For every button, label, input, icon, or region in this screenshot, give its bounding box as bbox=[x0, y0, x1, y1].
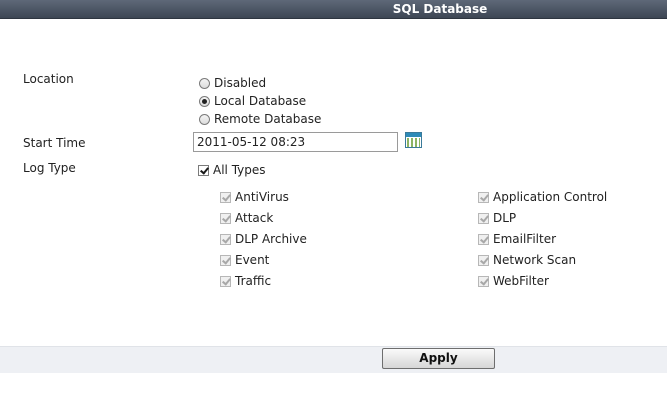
location-option-remote-database[interactable]: Remote Database bbox=[199, 112, 321, 126]
start-time-label: Start Time bbox=[23, 136, 86, 150]
network-scan-checkbox[interactable] bbox=[478, 254, 489, 266]
log-type-traffic[interactable]: Traffic bbox=[220, 274, 271, 288]
log-type-attack[interactable]: Attack bbox=[220, 211, 273, 225]
log-type-label: Log Type bbox=[23, 161, 76, 175]
location-label: Location bbox=[23, 72, 74, 86]
log-type-application-control[interactable]: Application Control bbox=[478, 190, 607, 204]
start-time-input[interactable]: 2011-05-12 08:23 bbox=[193, 132, 398, 152]
radio-local-database[interactable] bbox=[199, 95, 210, 107]
dlp-checkbox[interactable] bbox=[478, 212, 489, 224]
log-type-item-label: DLP Archive bbox=[235, 232, 307, 246]
webfilter-checkbox[interactable] bbox=[478, 275, 489, 287]
log-type-item-label: Application Control bbox=[493, 190, 608, 204]
log-type-item-label: EmailFilter bbox=[493, 232, 557, 246]
emailfilter-checkbox[interactable] bbox=[478, 233, 489, 245]
log-type-item-label: Traffic bbox=[235, 274, 272, 288]
location-option-label: Disabled bbox=[214, 76, 267, 90]
attack-checkbox[interactable] bbox=[220, 212, 231, 224]
log-type-item-label: AntiVirus bbox=[235, 190, 289, 204]
calendar-icon-grid bbox=[407, 138, 420, 147]
dlp-archive-checkbox[interactable] bbox=[220, 233, 231, 245]
log-type-dlp-archive[interactable]: DLP Archive bbox=[220, 232, 307, 246]
log-type-antivirus[interactable]: AntiVirus bbox=[220, 190, 289, 204]
location-option-local-database[interactable]: Local Database bbox=[199, 94, 306, 108]
antivirus-checkbox[interactable] bbox=[220, 191, 231, 203]
log-type-item-label: DLP bbox=[493, 211, 517, 225]
log-type-item-label: Attack bbox=[235, 211, 274, 225]
location-option-label: Remote Database bbox=[214, 112, 322, 126]
event-checkbox[interactable] bbox=[220, 254, 231, 266]
page-title: SQL Database bbox=[392, 2, 488, 16]
log-type-item-label: Network Scan bbox=[493, 253, 577, 267]
log-type-item-label: WebFilter bbox=[493, 274, 549, 288]
calendar-icon[interactable] bbox=[405, 132, 422, 148]
all-types-option[interactable]: All Types bbox=[198, 163, 266, 177]
log-type-emailfilter[interactable]: EmailFilter bbox=[478, 232, 556, 246]
calendar-icon-header bbox=[406, 133, 421, 137]
radio-disabled[interactable] bbox=[199, 77, 210, 89]
title-bar: SQL Database bbox=[0, 0, 667, 19]
log-type-event[interactable]: Event bbox=[220, 253, 269, 267]
log-type-dlp[interactable]: DLP bbox=[478, 211, 516, 225]
radio-remote-database[interactable] bbox=[199, 113, 210, 125]
location-option-disabled[interactable]: Disabled bbox=[199, 76, 266, 90]
application-control-checkbox[interactable] bbox=[478, 191, 489, 203]
footer-bar bbox=[0, 346, 667, 373]
traffic-checkbox[interactable] bbox=[220, 275, 231, 287]
location-option-label: Local Database bbox=[214, 94, 307, 108]
log-type-webfilter[interactable]: WebFilter bbox=[478, 274, 549, 288]
log-type-network-scan[interactable]: Network Scan bbox=[478, 253, 576, 267]
all-types-checkbox[interactable] bbox=[198, 164, 209, 176]
all-types-label: All Types bbox=[213, 163, 266, 177]
log-type-item-label: Event bbox=[235, 253, 270, 267]
apply-button[interactable]: Apply bbox=[382, 348, 495, 369]
